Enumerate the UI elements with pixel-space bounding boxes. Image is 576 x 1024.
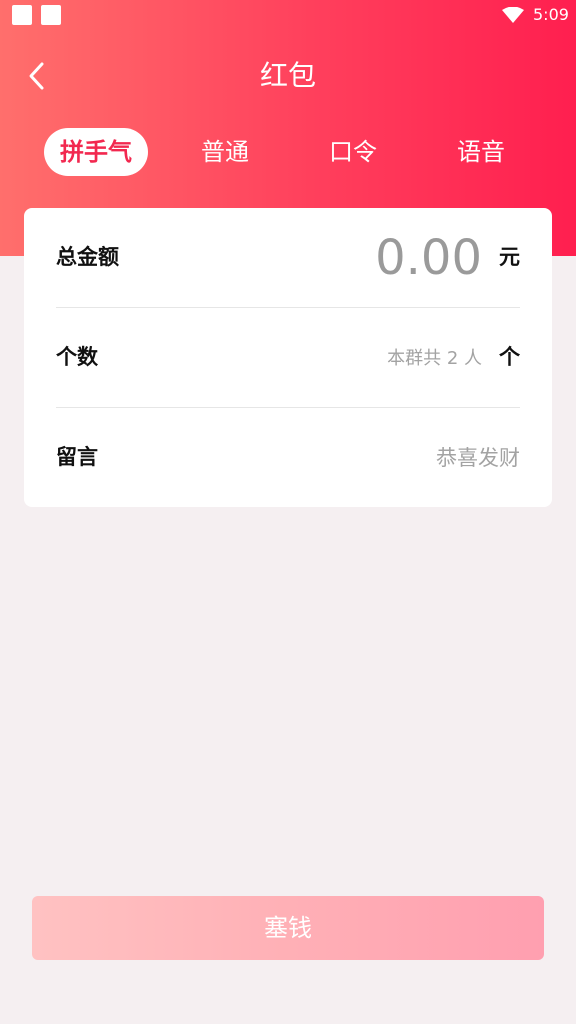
count-unit: 个 — [499, 345, 520, 369]
submit-money-button[interactable]: 塞钱 — [32, 896, 544, 960]
chevron-left-icon — [29, 62, 44, 90]
tab-password[interactable]: 口令 — [306, 128, 400, 176]
message-input[interactable] — [220, 441, 520, 475]
amount-label: 总金额 — [56, 245, 119, 269]
tab-normal[interactable]: 普通 — [178, 128, 272, 176]
back-button[interactable] — [22, 58, 52, 94]
amount-unit: 元 — [499, 245, 520, 269]
status-time: 5:09 — [533, 5, 569, 24]
tab-lucky[interactable]: 拼手气 — [44, 128, 148, 176]
status-bar: 5:09 — [0, 0, 576, 30]
message-label: 留言 — [56, 445, 98, 469]
red-packet-type-tabs: 拼手气 普通 口令 语音 — [0, 128, 576, 180]
tab-voice[interactable]: 语音 — [434, 128, 528, 176]
amount-input[interactable] — [282, 230, 482, 286]
amount-row: 总金额 元 — [56, 208, 520, 307]
count-input[interactable] — [242, 343, 482, 373]
notification-square-icon — [12, 5, 32, 25]
count-label: 个数 — [56, 345, 98, 369]
page-title: 红包 — [259, 59, 316, 92]
notification-square-icon — [41, 5, 61, 25]
message-row: 留言 — [56, 408, 520, 507]
red-packet-form-card: 总金额 元 个数 个 留言 — [24, 208, 552, 507]
count-row: 个数 个 — [56, 308, 520, 407]
wifi-icon — [502, 7, 524, 23]
